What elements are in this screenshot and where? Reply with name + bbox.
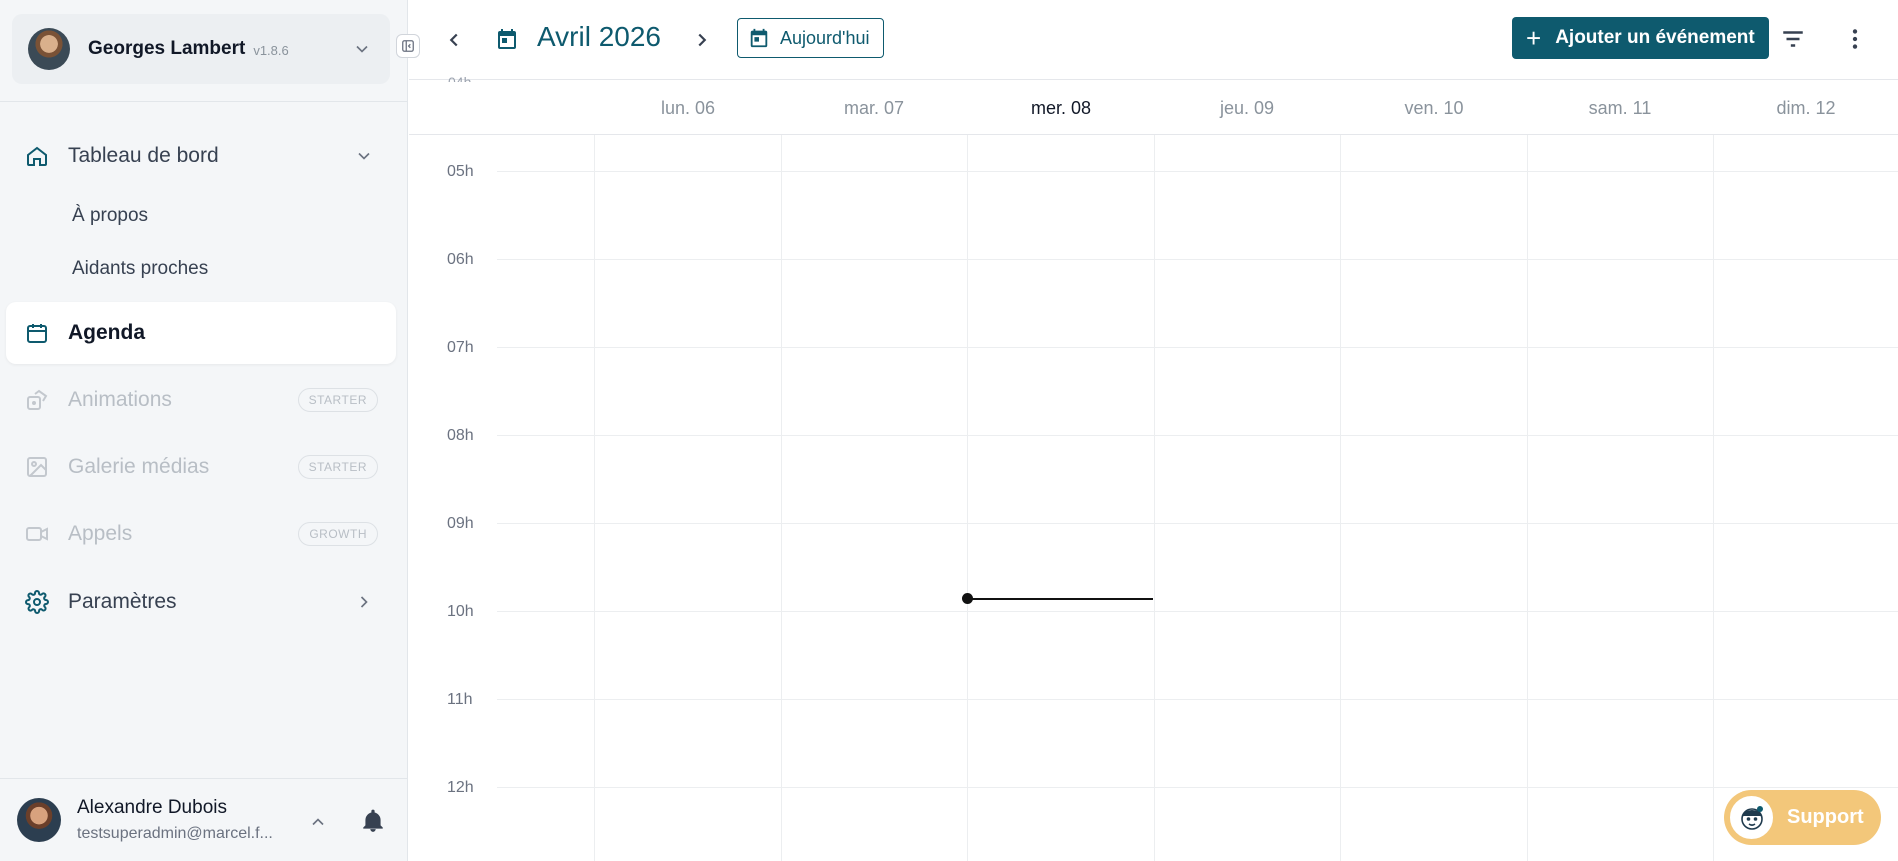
add-event-button[interactable]: + Ajouter un événement: [1512, 17, 1769, 59]
chevron-up-icon[interactable]: [308, 812, 328, 832]
profile-name: Georges Lambert: [88, 38, 246, 59]
hour-label: 12h: [447, 779, 474, 796]
hour-line: [497, 347, 1898, 348]
previous-month-button[interactable]: [440, 26, 468, 54]
image-icon: [24, 454, 50, 480]
plan-badge: STARTER: [297, 388, 378, 412]
day-header-mon[interactable]: lun. 06: [595, 98, 781, 119]
day-column-divider: [1154, 135, 1155, 861]
hour-line: [497, 611, 1898, 612]
sidebar-subitem-about[interactable]: À propos: [72, 205, 148, 227]
day-header-sat[interactable]: sam. 11: [1527, 98, 1713, 119]
hour-label: 10h: [447, 603, 474, 620]
home-icon: [24, 143, 50, 169]
sidebar-item-animations[interactable]: Animations STARTER: [6, 369, 396, 431]
collapse-sidebar-button[interactable]: [396, 34, 420, 58]
hour-label: 06h: [447, 251, 474, 268]
hour-line: [497, 787, 1898, 788]
profile-avatar: [28, 28, 70, 70]
sidebar-item-label: Tableau de bord: [68, 144, 219, 167]
filter-icon: [1783, 31, 1803, 47]
day-header-thu[interactable]: jeu. 09: [1154, 98, 1340, 119]
hour-line: [497, 523, 1898, 524]
day-column-divider: [1340, 135, 1341, 861]
support-label: Support: [1787, 806, 1864, 828]
current-time-indicator: [967, 598, 1153, 600]
day-header-tue[interactable]: mar. 07: [781, 98, 967, 119]
sidebar-collapse-icon: [402, 40, 414, 52]
hour-line: [497, 435, 1898, 436]
more-vertical-icon: [1852, 29, 1858, 49]
sidebar-item-settings[interactable]: Paramètres: [6, 571, 396, 633]
sidebar-subitem-caregivers[interactable]: Aidants proches: [72, 258, 208, 280]
video-camera-icon: [24, 521, 50, 547]
day-column-divider: [967, 135, 968, 861]
sidebar-item-calls[interactable]: Appels GROWTH: [6, 503, 396, 565]
user-name: Alexandre Dubois: [77, 797, 227, 818]
plan-badge: STARTER: [297, 455, 378, 479]
bell-icon[interactable]: [360, 808, 386, 834]
chevron-down-icon: [356, 45, 368, 53]
dice-icon: [24, 387, 50, 413]
profile-switcher[interactable]: Georges Lambert v1.8.6: [12, 14, 390, 84]
sidebar: Georges Lambert v1.8.6 Tableau de bord À…: [0, 0, 408, 861]
sidebar-item-label: Paramètres: [68, 590, 177, 613]
today-label: Aujourd'hui: [780, 27, 870, 48]
plan-badge: GROWTH: [298, 522, 378, 546]
user-avatar: [17, 798, 61, 842]
day-column-divider: [781, 135, 782, 861]
divider: [0, 101, 408, 102]
hour-label: 09h: [447, 515, 474, 532]
user-email: testsuperadmin@marcel.f...: [77, 825, 273, 842]
day-column-divider: [1713, 135, 1714, 861]
calendar-icon: [498, 29, 516, 49]
support-button[interactable]: Support: [1724, 790, 1881, 845]
today-button[interactable]: Aujourd'hui: [737, 18, 884, 58]
hour-line: [497, 171, 1898, 172]
sidebar-item-label: Galerie médias: [68, 455, 210, 478]
next-month-button[interactable]: [688, 26, 716, 54]
sidebar-item-label: Appels: [68, 522, 133, 545]
sidebar-item-agenda[interactable]: Agenda: [6, 302, 396, 364]
day-header-sun[interactable]: dim. 12: [1713, 98, 1898, 119]
hour-label: 08h: [447, 427, 474, 444]
day-column-divider: [594, 135, 595, 861]
support-agent-icon: [1728, 794, 1775, 841]
sidebar-item-label: Agenda: [68, 321, 146, 344]
more-options-button[interactable]: [1840, 24, 1870, 54]
calendar-today-icon: [750, 28, 768, 48]
plus-icon: +: [1526, 23, 1542, 53]
calendar-icon: [24, 320, 50, 346]
month-picker-icon[interactable]: [493, 25, 521, 53]
day-header-wed-today[interactable]: mer. 08: [968, 98, 1154, 119]
chevron-right-icon: [698, 33, 707, 47]
user-info: Alexandre Dubois testsuperadmin@marcel.f…: [77, 797, 287, 843]
app-version: v1.8.6: [253, 43, 289, 58]
chevron-down-icon: [358, 152, 370, 160]
filter-button[interactable]: [1778, 24, 1808, 54]
current-month-title[interactable]: Avril 2026: [537, 21, 661, 53]
hour-line: [497, 259, 1898, 260]
hour-label: 05h: [447, 163, 474, 180]
add-event-label: Ajouter un événement: [1555, 27, 1755, 48]
hour-line: [497, 699, 1898, 700]
hour-label: 07h: [447, 339, 474, 356]
chevron-left-icon: [449, 33, 458, 47]
hour-label: 11h: [447, 691, 473, 708]
sidebar-item-dashboard[interactable]: Tableau de bord: [6, 125, 396, 187]
sidebar-item-media-gallery[interactable]: Galerie médias STARTER: [6, 436, 396, 498]
sidebar-item-label: Animations: [68, 388, 172, 411]
chevron-right-icon: [360, 596, 368, 608]
current-user[interactable]: Alexandre Dubois testsuperadmin@marcel.f…: [0, 778, 408, 861]
day-column-divider: [1527, 135, 1528, 861]
gear-icon: [24, 589, 50, 615]
day-header-fri[interactable]: ven. 10: [1341, 98, 1527, 119]
